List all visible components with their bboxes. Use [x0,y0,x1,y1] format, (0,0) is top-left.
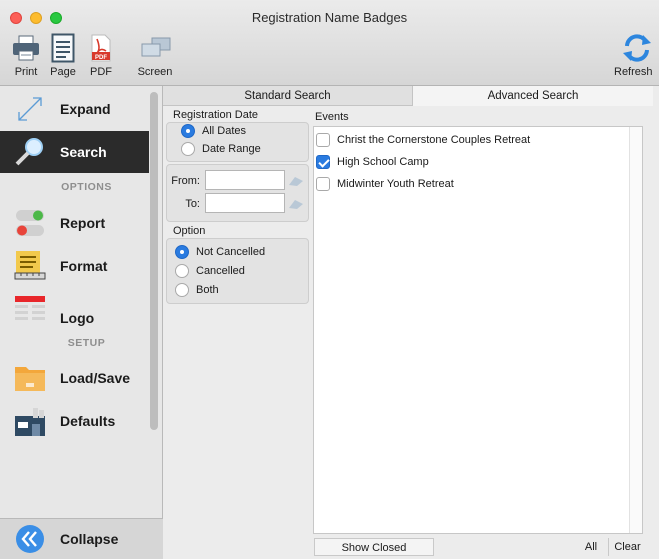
options-section-header: OPTIONS [61,181,112,193]
sidebar-item-expand[interactable]: Expand [0,88,149,130]
list-item[interactable]: Midwinter Youth Retreat [316,177,454,191]
screen-button[interactable]: Screen [134,30,176,78]
list-item[interactable]: High School Camp [316,155,429,169]
page-label: Page [50,66,76,78]
refresh-button[interactable]: Refresh [614,30,659,78]
sidebar-label-report: Report [60,215,106,231]
radio-cancelled[interactable]: Cancelled [175,264,245,278]
sidebar-label-collapse: Collapse [60,531,119,547]
event-name: Christ the Cornerstone Couples Retreat [337,134,531,146]
to-calendar-icon[interactable] [287,198,305,210]
toggle-switches-icon [12,205,48,241]
tab-advanced-search[interactable]: Advanced Search [413,86,653,106]
refresh-icon [614,30,659,66]
search-tabs: Standard Search Advanced Search [163,86,659,106]
sidebar-item-collapse[interactable]: Collapse [0,519,149,559]
radio-not-cancelled-label: Not Cancelled [196,246,266,258]
sidebar-label-format: Format [60,258,108,274]
sidebar-item-search[interactable]: Search [0,131,149,173]
option-label: Option [173,225,206,237]
show-closed-button[interactable]: Show Closed [314,538,434,556]
page-icon [48,30,78,66]
clear-button[interactable]: Clear [608,538,646,556]
event-name: Midwinter Youth Retreat [337,178,454,190]
radio-all-dates-button[interactable] [181,124,195,138]
select-all-button[interactable]: All [576,538,606,556]
radio-date-range[interactable]: Date Range [181,142,261,156]
refresh-label: Refresh [614,66,653,78]
sidebar-label-search: Search [60,144,107,160]
format-document-icon [12,248,48,284]
from-date-field[interactable] [205,170,285,190]
events-scrollbar[interactable] [629,127,642,533]
screen-icon [134,30,176,66]
radio-both-label: Both [196,284,219,296]
window-title: Registration Name Badges [251,10,408,25]
sidebar-scrollbar[interactable] [150,92,158,430]
radio-all-dates[interactable]: All Dates [181,124,246,138]
radio-date-range-label: Date Range [202,143,261,155]
pdf-badge-text: PDF [95,55,107,61]
double-chevron-left-icon [12,521,48,557]
screen-label: Screen [137,66,173,78]
magnifier-icon [12,134,48,170]
printer-icon [10,30,42,66]
tab-standard-search[interactable]: Standard Search [163,86,413,106]
event-name: High School Camp [337,156,429,168]
sidebar-label-logo: Logo [60,310,95,326]
folder-icon [12,360,48,396]
sidebar-label-load-save: Load/Save [60,370,131,386]
pdf-icon: PDF [86,30,116,66]
print-button[interactable]: Print [10,30,42,78]
pdf-button[interactable]: PDF PDF [86,30,116,78]
sidebar-item-load-save[interactable]: Load/Save [0,357,149,399]
event-checkbox[interactable] [316,155,330,169]
event-checkbox[interactable] [316,133,330,147]
list-item[interactable]: Christ the Cornerstone Couples Retreat [316,133,530,147]
sidebar-item-defaults[interactable]: Defaults [0,400,149,442]
radio-cancelled-label: Cancelled [196,265,245,277]
radio-all-dates-label: All Dates [202,125,247,137]
sidebar-label-defaults: Defaults [60,413,116,429]
radio-cancelled-button[interactable] [175,264,189,278]
from-calendar-icon[interactable] [287,175,305,187]
pdf-label: PDF [90,66,112,78]
logo-icon [12,291,48,327]
to-date-field[interactable] [205,193,285,213]
print-label: Print [14,66,38,78]
from-label: From: [171,175,200,187]
radio-date-range-button[interactable] [181,142,195,156]
radio-not-cancelled[interactable]: Not Cancelled [175,245,265,259]
radio-both-button[interactable] [175,283,189,297]
to-label: To: [185,198,200,210]
events-label: Events [315,111,349,123]
setup-section-header: SETUP [67,337,106,349]
sidebar-item-format[interactable]: Format [0,245,149,287]
sidebar-item-report[interactable]: Report [0,202,149,244]
window-chrome: Registration Name Badges Print Page PDF … [0,0,659,86]
sidebar-label-expand: Expand [60,101,111,117]
expand-icon [12,91,48,127]
radio-not-cancelled-button[interactable] [175,245,189,259]
registration-date-label: Registration Date [173,109,258,121]
sidebar-item-logo[interactable]: Logo [0,288,149,330]
page-button[interactable]: Page [48,30,78,78]
factory-icon [12,403,48,439]
radio-both[interactable]: Both [175,283,219,297]
event-checkbox[interactable] [316,177,330,191]
